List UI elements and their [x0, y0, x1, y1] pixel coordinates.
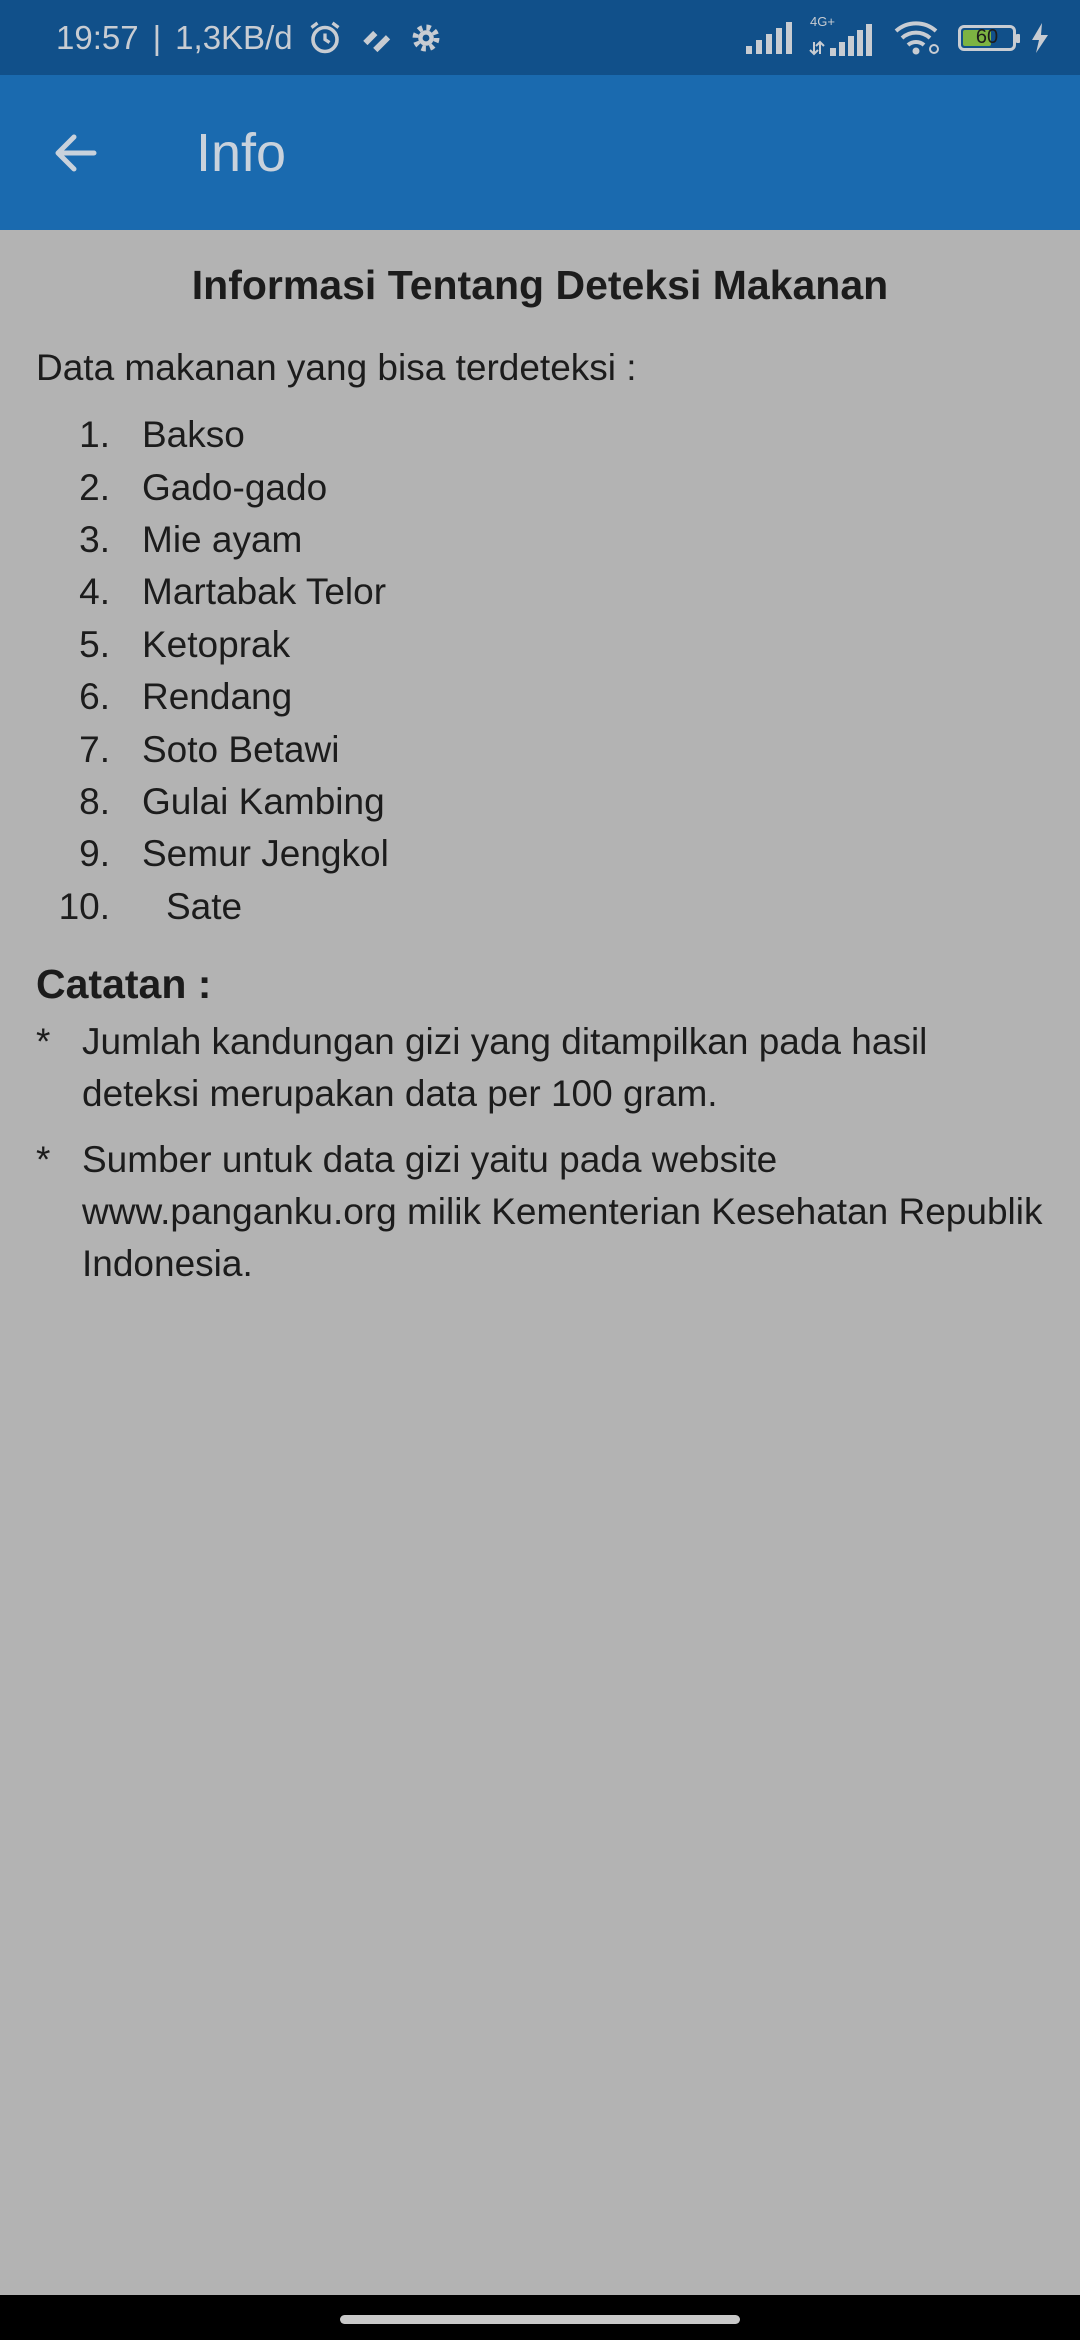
note-bullet: * — [36, 1138, 51, 1180]
item-number: 1. — [79, 414, 110, 456]
item-name: Martabak Telor — [142, 571, 387, 613]
back-button[interactable] — [36, 113, 116, 193]
list-item: 3. Mie ayam — [0, 514, 1080, 566]
status-bar: 19:57 | 1,3KB/d 4G+ 60 — [0, 0, 1080, 75]
signal-4g-icon: 4G+ — [808, 14, 878, 56]
arrow-left-icon — [55, 134, 97, 171]
status-left: 19:57 | 1,3KB/d — [56, 19, 443, 57]
item-number: 9. — [79, 833, 110, 875]
item-name: Ketoprak — [142, 623, 291, 665]
gear-icon — [409, 21, 443, 55]
note-bullet: * — [36, 1020, 51, 1062]
food-list: 1. Bakso 2. Gado-gado 3. Mie ayam 4. Martaba… — [0, 409, 1080, 933]
battery-icon: 60 — [958, 24, 1020, 51]
list-item: 5. Ketoprak — [0, 619, 1080, 671]
item-number: 5. — [79, 623, 110, 665]
item-name: Semur Jengkol — [142, 833, 389, 875]
notes-list: * Jumlah kandungan gizi yang ditampilkan… — [0, 1016, 1080, 1290]
page-title: Info — [196, 122, 287, 183]
intro-text: Data makanan yang bisa terdeteksi : — [36, 347, 637, 388]
signal-icon — [744, 21, 794, 54]
alarm-icon — [307, 20, 343, 56]
notes-title: Catatan : — [36, 960, 212, 1007]
item-name: Rendang — [142, 676, 293, 718]
battery-level: 60 — [975, 26, 999, 48]
network-speed: 1,3KB/d — [175, 18, 293, 56]
item-number: 7. — [79, 728, 110, 770]
item-number: 4. — [79, 571, 110, 613]
list-item: 2. Gado-gado — [0, 461, 1080, 513]
list-item: 4. Martabak Telor — [0, 566, 1080, 618]
item-number: 6. — [79, 676, 110, 718]
hearts-icon — [357, 21, 395, 55]
charging-icon — [1030, 22, 1050, 53]
item-name: Mie ayam — [142, 518, 303, 560]
list-item: 10. Sate — [0, 881, 1080, 933]
note-text: Jumlah kandungan gizi yang ditampilkan p… — [82, 1020, 928, 1114]
info-content: Informasi Tentang Deteksi Makanan Data m… — [0, 230, 1080, 1290]
home-gesture-handle[interactable] — [340, 2315, 740, 2324]
item-number: 3. — [79, 518, 110, 560]
list-item: 9. Semur Jengkol — [0, 828, 1080, 880]
info-heading: Informasi Tentang Deteksi Makanan — [191, 262, 889, 308]
item-number: 2. — [79, 466, 110, 508]
list-item: 7. Soto Betawi — [0, 723, 1080, 775]
wifi-icon — [892, 19, 944, 57]
item-name: Gado-gado — [142, 466, 328, 508]
item-name: Gulai Kambing — [142, 780, 385, 822]
item-name: Sate — [166, 885, 243, 927]
status-separator: | — [152, 18, 162, 56]
note-item: * Sumber untuk data gizi yaitu pada webs… — [36, 1134, 1044, 1290]
app-bar: Info — [0, 75, 1080, 230]
item-name: Soto Betawi — [142, 728, 340, 770]
list-item: 1. Bakso — [0, 409, 1080, 461]
item-number: 8. — [79, 780, 110, 822]
item-number: 10. — [58, 885, 110, 927]
item-name: Bakso — [142, 414, 245, 456]
network-type-label: 4G+ — [810, 13, 835, 29]
list-item: 8. Gulai Kambing — [0, 776, 1080, 828]
status-right: 4G+ 60 — [744, 14, 1050, 57]
status-time: 19:57 — [56, 18, 139, 56]
note-text: Sumber untuk data gizi yaitu pada websit… — [82, 1138, 1043, 1284]
list-item: 6. Rendang — [0, 671, 1080, 723]
navigation-bar — [0, 2295, 1080, 2340]
note-item: * Jumlah kandungan gizi yang ditampilkan… — [36, 1016, 1044, 1120]
